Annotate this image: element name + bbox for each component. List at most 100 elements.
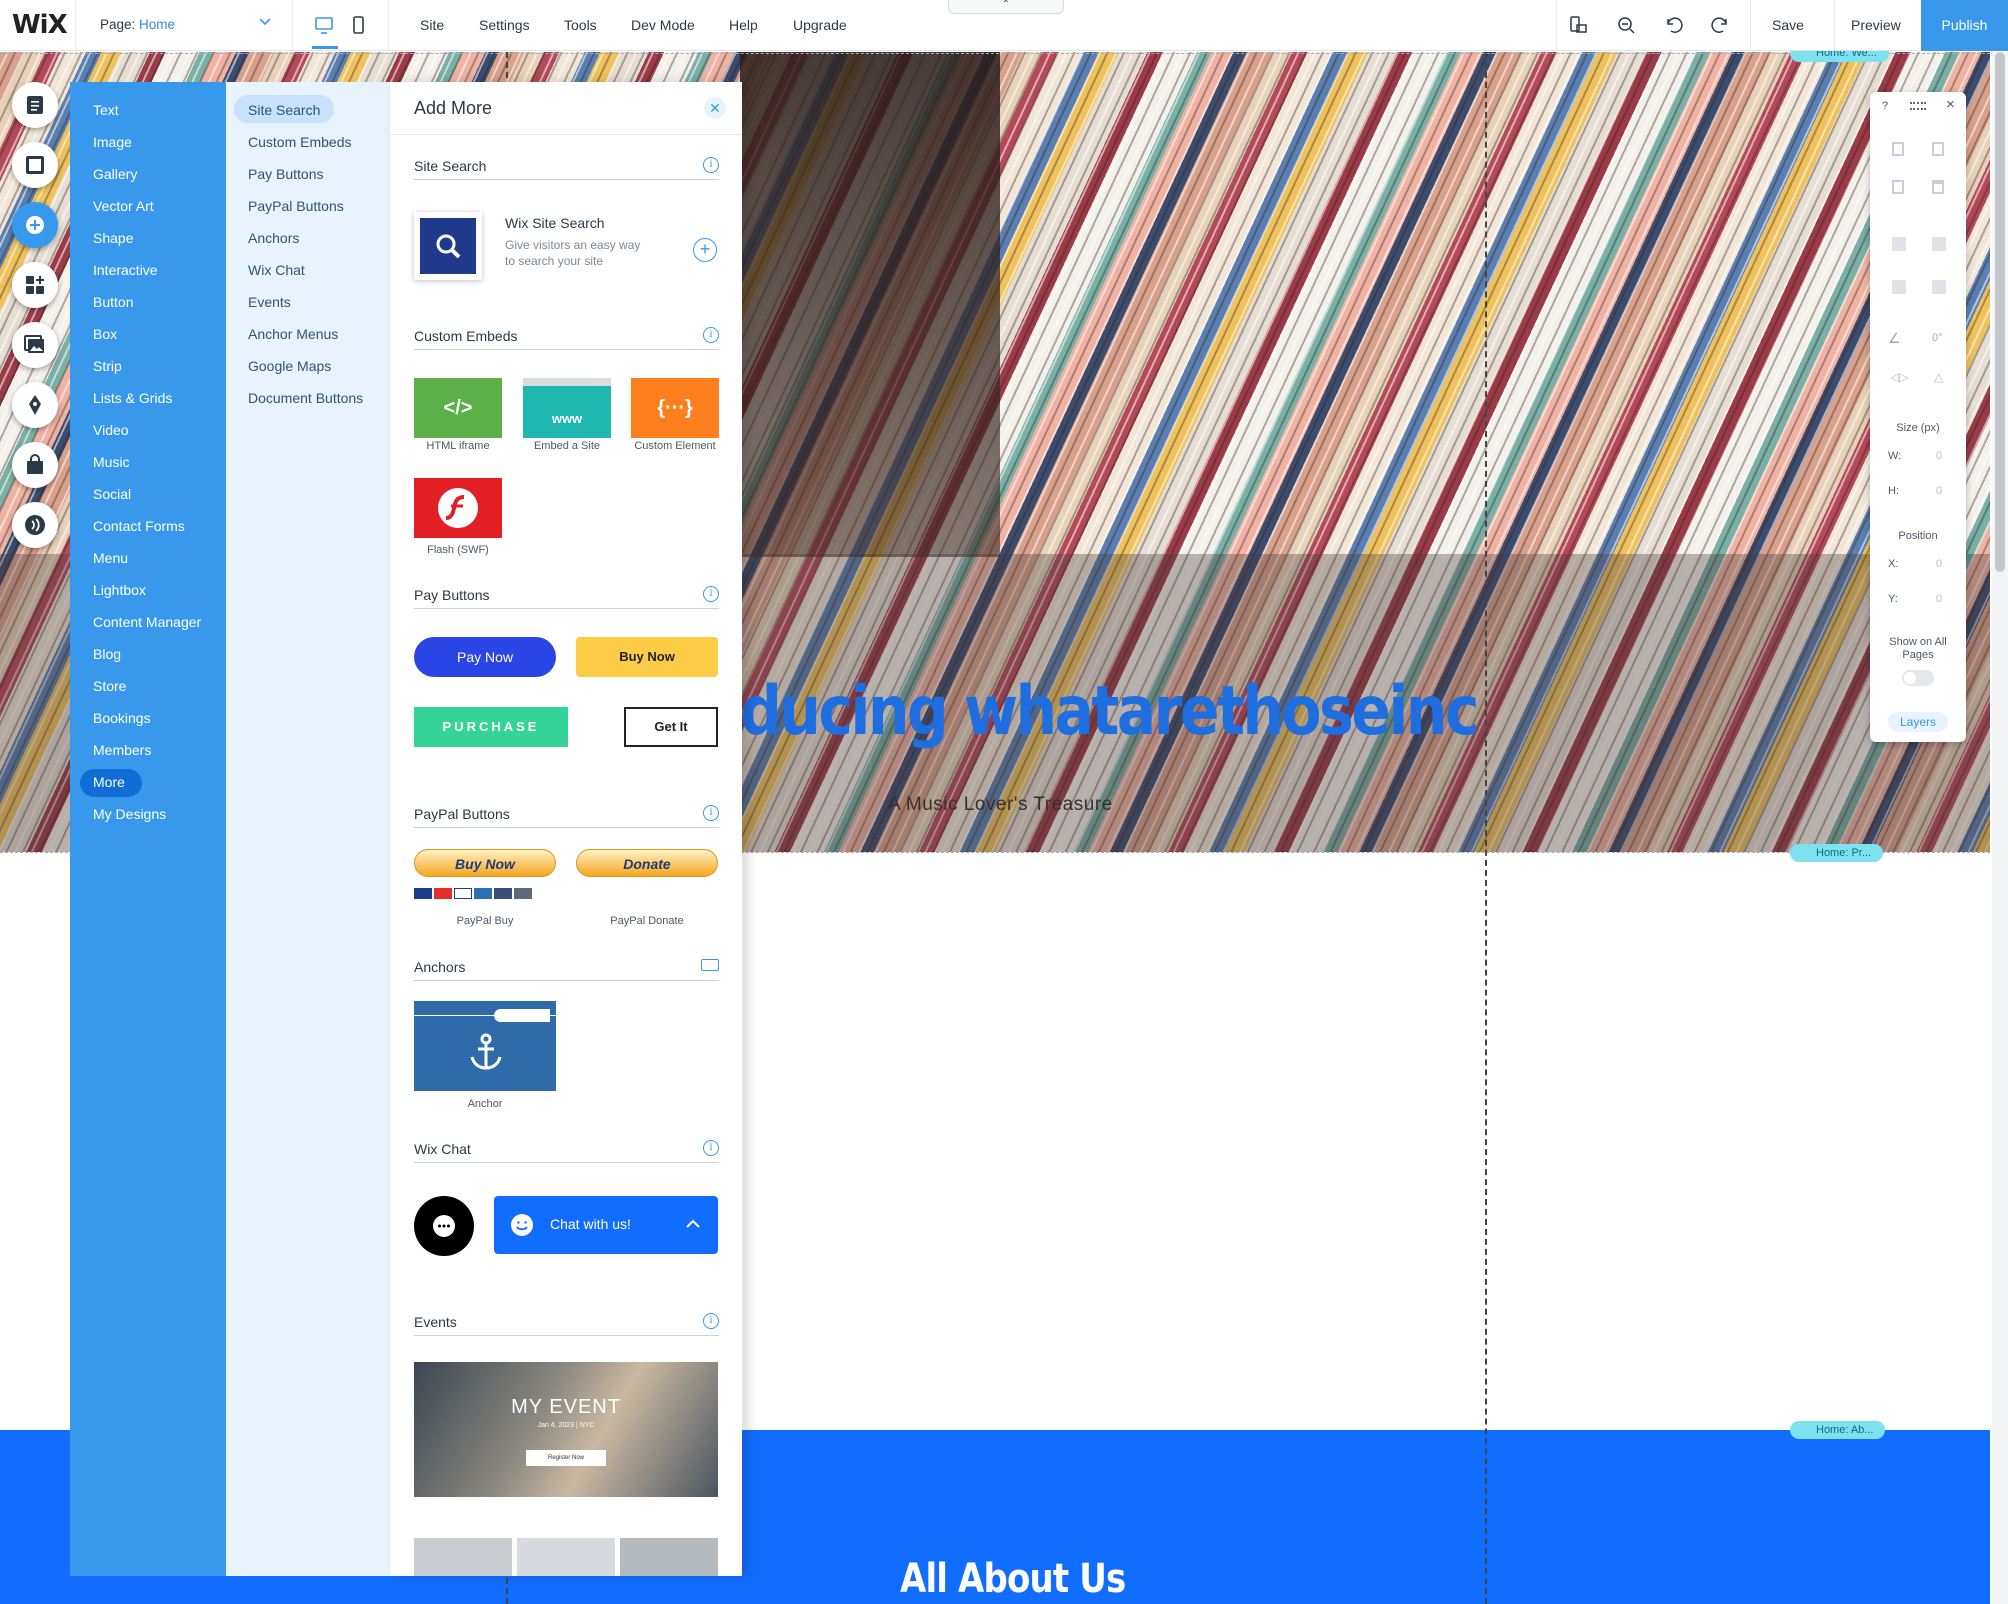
- subcategory-anchors[interactable]: Anchors: [248, 230, 299, 246]
- chat-bubble-button[interactable]: [414, 1196, 474, 1256]
- distribute-icon[interactable]: [1892, 280, 1906, 294]
- subcategory-paypal-buttons[interactable]: PayPal Buttons: [248, 198, 344, 214]
- purchase-button[interactable]: PURCHASE: [414, 707, 568, 747]
- video-icon[interactable]: [701, 959, 719, 971]
- store-button[interactable]: [12, 442, 58, 488]
- flip-horizontal-icon[interactable]: ◁▷: [1890, 370, 1908, 384]
- collapse-topbar-button[interactable]: ⌃: [948, 0, 1064, 14]
- scrollbar-thumb[interactable]: [1995, 52, 2005, 572]
- undo-icon[interactable]: [1662, 14, 1684, 36]
- chat-button[interactable]: [12, 502, 58, 548]
- y-input[interactable]: 0: [1936, 593, 1942, 605]
- menu-tools[interactable]: Tools: [564, 17, 597, 33]
- event-preview-card[interactable]: MY EVENT Jan 4, 2023 | NYC Register Now: [414, 1362, 718, 1497]
- category-vector-art[interactable]: Vector Art: [93, 198, 154, 214]
- category-bookings[interactable]: Bookings: [93, 710, 151, 726]
- anchor-tile[interactable]: [414, 1001, 556, 1091]
- show-all-toggle[interactable]: [1902, 670, 1934, 686]
- delete-icon[interactable]: [1932, 180, 1944, 194]
- category-gallery[interactable]: Gallery: [93, 166, 137, 182]
- hero-title[interactable]: ducing whatarethoseinc: [740, 672, 1480, 751]
- preview-button[interactable]: Preview: [1851, 17, 1901, 33]
- category-button[interactable]: Button: [93, 294, 133, 310]
- event-thumb[interactable]: [414, 1538, 512, 1576]
- chat-bar-widget[interactable]: Chat with us!: [494, 1196, 718, 1254]
- x-input[interactable]: 0: [1936, 558, 1942, 570]
- paste-icon[interactable]: [1932, 142, 1944, 156]
- height-input[interactable]: 0: [1936, 485, 1942, 497]
- category-social[interactable]: Social: [93, 486, 131, 502]
- subcategory-wix-chat[interactable]: Wix Chat: [248, 262, 305, 278]
- help-icon[interactable]: ?: [1882, 100, 1888, 112]
- mobile-icon[interactable]: [348, 14, 368, 36]
- event-thumb[interactable]: [620, 1538, 718, 1576]
- copy-icon[interactable]: [1892, 142, 1904, 156]
- canvas-scrollbar[interactable]: [1992, 52, 2008, 1604]
- category-lists-grids[interactable]: Lists & Grids: [93, 390, 172, 406]
- rotation-value[interactable]: 0°: [1932, 332, 1943, 344]
- buy-now-button[interactable]: Buy Now: [576, 637, 718, 677]
- flip-vertical-icon[interactable]: △: [1934, 370, 1943, 384]
- info-icon[interactable]: i: [703, 586, 719, 602]
- get-it-button[interactable]: Get It: [624, 707, 718, 747]
- media-button[interactable]: [12, 322, 58, 368]
- category-video[interactable]: Video: [93, 422, 129, 438]
- rotate-icon[interactable]: ∠: [1888, 330, 1901, 347]
- subcategory-anchor-menus[interactable]: Anchor Menus: [248, 326, 338, 342]
- category-shape[interactable]: Shape: [93, 230, 133, 246]
- pages-button[interactable]: [12, 82, 58, 128]
- canvas-anchor[interactable]: Home: Pr...: [1790, 844, 1884, 862]
- event-thumb[interactable]: [517, 1538, 615, 1576]
- subcategory-google-maps[interactable]: Google Maps: [248, 358, 331, 374]
- paypal-buy-now-button[interactable]: Buy Now: [414, 849, 556, 877]
- embed-site-tile[interactable]: www: [523, 378, 611, 438]
- match-size-icon[interactable]: [1932, 280, 1946, 294]
- hero-subtitle[interactable]: A Music Lover's Treasure: [888, 794, 1113, 816]
- category-blog[interactable]: Blog: [93, 646, 121, 662]
- publish-button[interactable]: Publish: [1921, 0, 2008, 51]
- menu-help[interactable]: Help: [729, 17, 758, 33]
- info-icon[interactable]: i: [703, 1313, 719, 1329]
- subcategory-pay-buttons[interactable]: Pay Buttons: [248, 166, 324, 182]
- category-strip[interactable]: Strip: [93, 358, 122, 374]
- layers-button[interactable]: Layers: [1888, 712, 1948, 732]
- custom-element-tile[interactable]: {···}: [631, 378, 719, 438]
- width-input[interactable]: 0: [1936, 450, 1942, 462]
- category-more[interactable]: More: [93, 774, 125, 790]
- html-iframe-tile[interactable]: </>: [414, 378, 502, 438]
- wix-logo[interactable]: WiX: [12, 10, 68, 40]
- info-icon[interactable]: i: [703, 327, 719, 343]
- category-text[interactable]: Text: [93, 102, 119, 118]
- redo-icon[interactable]: [1710, 14, 1732, 36]
- info-icon[interactable]: i: [703, 1140, 719, 1156]
- menu-upgrade[interactable]: Upgrade: [793, 17, 847, 33]
- category-my-designs[interactable]: My Designs: [93, 806, 166, 822]
- category-lightbox[interactable]: Lightbox: [93, 582, 146, 598]
- menu-settings[interactable]: Settings: [479, 17, 530, 33]
- subcategory-events[interactable]: Events: [248, 294, 291, 310]
- category-box[interactable]: Box: [93, 326, 117, 342]
- category-interactive[interactable]: Interactive: [93, 262, 158, 278]
- save-button[interactable]: Save: [1772, 17, 1804, 33]
- arrange-icon[interactable]: [1892, 237, 1906, 251]
- category-content-manager[interactable]: Content Manager: [93, 614, 201, 630]
- mobile-friendly-icon[interactable]: [1567, 14, 1589, 36]
- apps-button[interactable]: [12, 262, 58, 308]
- drag-handle-icon[interactable]: [1910, 102, 1926, 110]
- add-button[interactable]: [12, 202, 58, 248]
- register-button[interactable]: Register Now: [526, 1450, 606, 1466]
- category-menu[interactable]: Menu: [93, 550, 128, 566]
- canvas-anchor[interactable]: Home: Ab...: [1790, 1421, 1886, 1439]
- add-item-icon[interactable]: +: [693, 238, 717, 262]
- desktop-icon[interactable]: [314, 14, 334, 36]
- page-selector[interactable]: Page: Home: [75, 0, 293, 50]
- category-contact-forms[interactable]: Contact Forms: [93, 518, 185, 534]
- duplicate-icon[interactable]: [1892, 180, 1904, 194]
- close-icon[interactable]: ✕: [704, 97, 726, 119]
- category-music[interactable]: Music: [93, 454, 130, 470]
- category-store[interactable]: Store: [93, 678, 126, 694]
- subcategory-document-buttons[interactable]: Document Buttons: [248, 390, 363, 406]
- about-title[interactable]: All About Us: [900, 1556, 1126, 1602]
- background-button[interactable]: [12, 142, 58, 188]
- design-button[interactable]: [12, 382, 58, 428]
